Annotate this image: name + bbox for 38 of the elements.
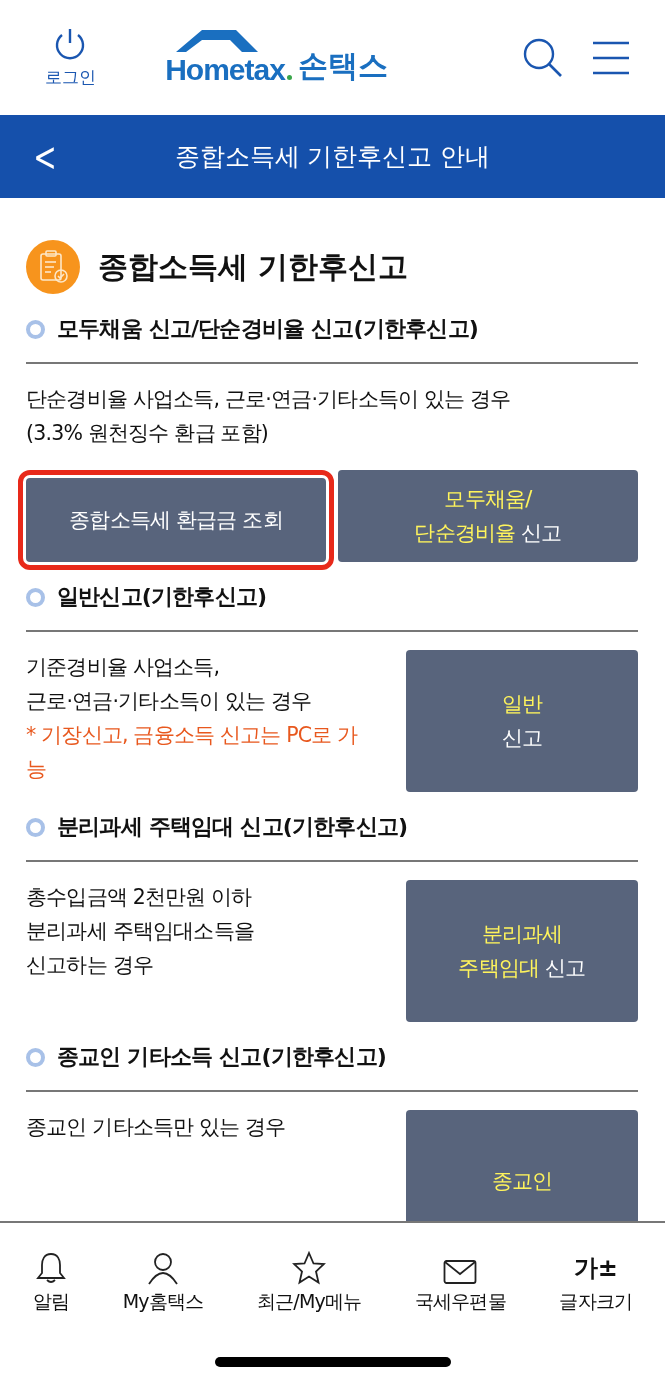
bullet-icon [26, 319, 45, 339]
bullet-icon [26, 1047, 45, 1067]
star-icon [292, 1251, 327, 1285]
action-button[interactable]: 모두채움/ 단순경비율 신고 [338, 470, 638, 562]
description-text: 근로·연금·기타소득이 있는 경우 [26, 688, 313, 715]
nav-item[interactable]: My홈택스 [122, 1251, 204, 1315]
nav-item[interactable]: 국세우편물 [414, 1259, 506, 1315]
description-text: 신고하는 경우 [26, 952, 154, 979]
bell-icon [35, 1251, 66, 1285]
note-text: * 기장신고, 금융소득 신고는 PC로 가능 [26, 722, 358, 783]
login-button[interactable]: 로그인 [42, 26, 98, 89]
description-text: 총수입금액 2천만원 이하 [26, 884, 253, 911]
menu-icon[interactable] [591, 39, 631, 76]
page-heading: 종합소득세 기한후신고 [98, 247, 409, 286]
description-text: 기준경비율 사업소득, [26, 654, 221, 681]
action-button[interactable]: 종교인 [406, 1110, 638, 1221]
section-heading: 분리과세 주택임대 신고(기한후신고) [57, 813, 408, 841]
clipboard-icon [26, 240, 80, 294]
logo[interactable]: Hometax 손택스 [98, 28, 455, 87]
person-icon [147, 1251, 179, 1285]
description-text: 분리과세 주택임대소득을 [26, 918, 255, 945]
description-text: 단순경비율 사업소득, 근로·연금·기타소득이 있는 경우 [26, 386, 512, 413]
nav-item[interactable]: 가± 글자크기 [559, 1251, 633, 1315]
mail-icon [443, 1259, 478, 1285]
section-heading: 모두채움 신고/단순경비율 신고(기한후신고) [57, 315, 479, 343]
nav-item[interactable]: 최근/My메뉴 [256, 1251, 362, 1315]
action-button[interactable]: 분리과세 주택임대 신고 [406, 880, 638, 1022]
page-title: 종합소득세 기한후신고 안내 [173, 141, 492, 173]
bullet-icon [26, 587, 45, 607]
section-heading: 종교인 기타소득 신고(기한후신고) [57, 1043, 387, 1071]
description-text: 종교인 기타소득만 있는 경우 [26, 1114, 287, 1141]
back-button[interactable]: < [13, 133, 77, 180]
nav-item[interactable]: 알림 [32, 1251, 70, 1315]
description-text: (3.3% 원천징수 환급 포함) [26, 420, 270, 447]
bullet-icon [26, 817, 45, 837]
font-size-icon: 가± [573, 1251, 618, 1285]
section-heading: 일반신고(기한후신고) [57, 583, 267, 611]
action-button[interactable]: 일반 신고 [406, 650, 638, 792]
